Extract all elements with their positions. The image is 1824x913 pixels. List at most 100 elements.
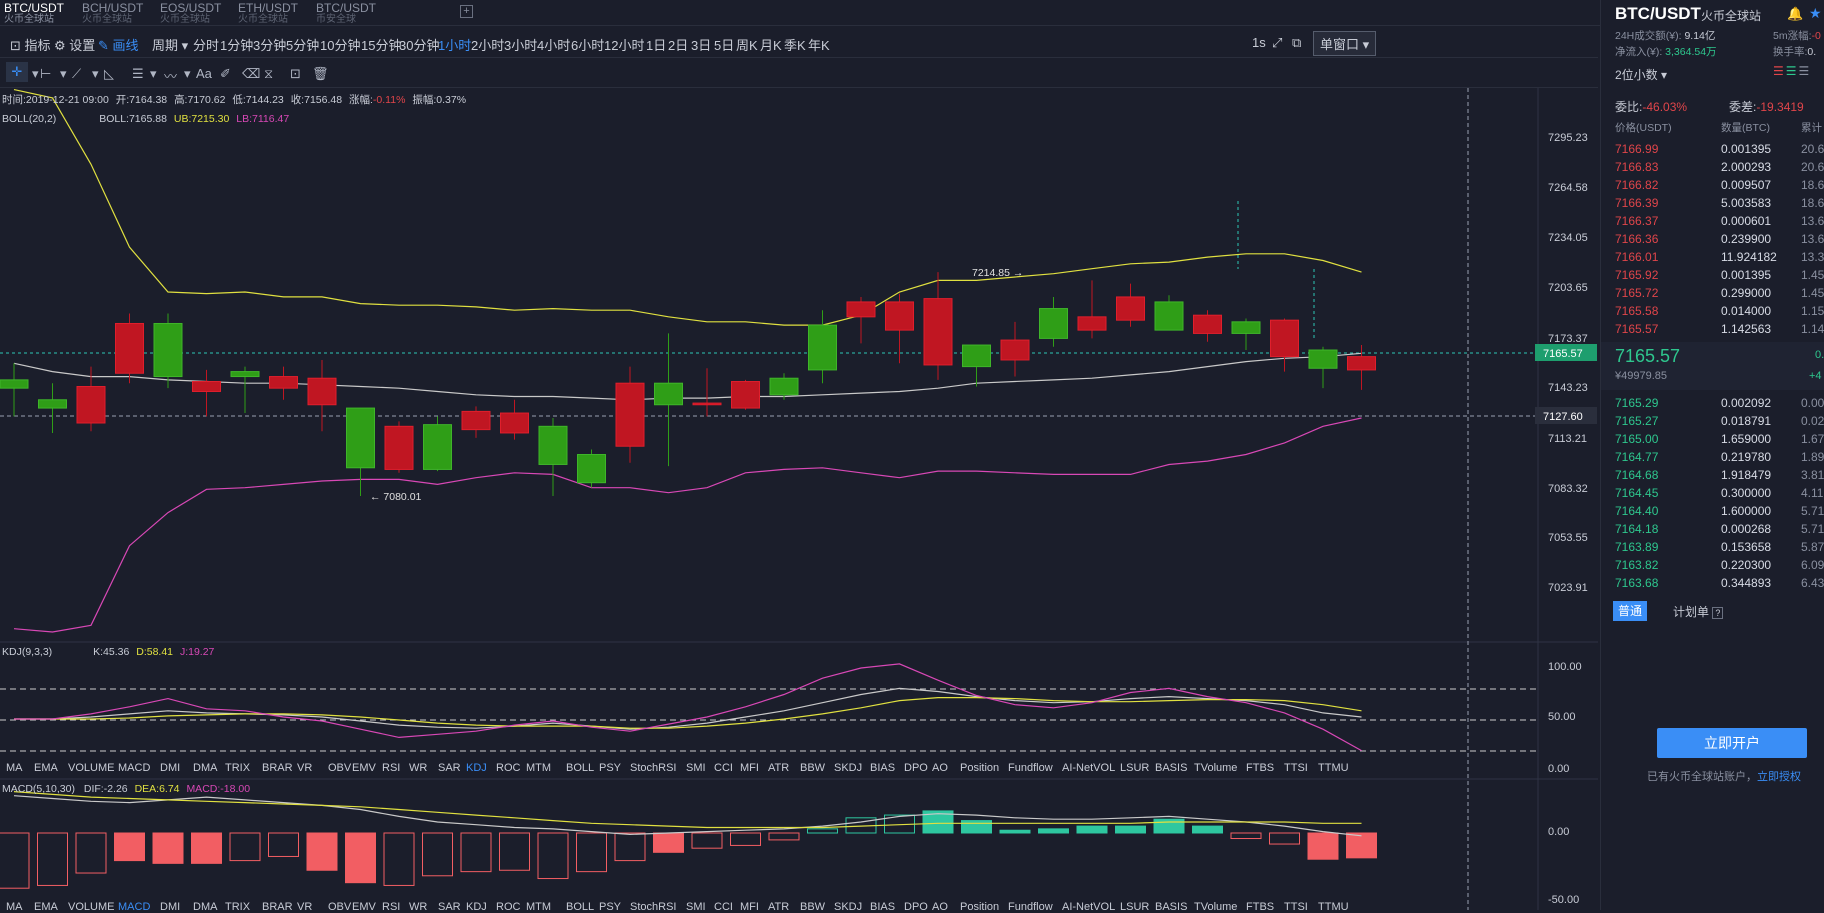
bid-row[interactable]: 7164.68 1.918479 3.81: [1601, 466, 1824, 484]
interval-14[interactable]: 2日: [668, 35, 688, 54]
interval-13[interactable]: 1日: [646, 35, 666, 54]
kdj-pane-tab-atr[interactable]: ATR: [768, 762, 789, 774]
macd-pane-tab-position[interactable]: Position: [960, 901, 999, 913]
macd-pane-tab-dmi[interactable]: DMI: [160, 901, 180, 913]
bid-row[interactable]: 7164.77 0.219780 1.89: [1601, 448, 1824, 466]
kdj-pane-tab-bbw[interactable]: BBW: [800, 762, 825, 774]
kdj-pane-tab-fundflow[interactable]: Fundflow: [1008, 762, 1053, 774]
kdj-pane-tab-rsi[interactable]: RSI: [382, 762, 400, 774]
help-icon[interactable]: ?: [1712, 607, 1724, 619]
kdj-pane-tab-tvolume[interactable]: TVolume: [1194, 762, 1237, 774]
interval-6[interactable]: 30分钟: [399, 35, 439, 54]
kdj-pane-tab-smi[interactable]: SMI: [686, 762, 706, 774]
chevron-down-icon[interactable]: ▾: [60, 66, 67, 82]
kdj-pane-tab-basis[interactable]: BASIS: [1155, 762, 1187, 774]
kdj-pane-tab-mtm[interactable]: MTM: [526, 762, 551, 774]
horizontal-line-icon[interactable]: ⊢: [40, 66, 51, 82]
ask-row[interactable]: 7166.01 11.924182 13.38: [1601, 248, 1824, 266]
kdj-pane-tab-dmi[interactable]: DMI: [160, 762, 180, 774]
macd-pane-tab-psy[interactable]: PSY: [599, 901, 621, 913]
interval-7[interactable]: 1小时: [438, 35, 471, 54]
authorize-link[interactable]: 立即授权: [1757, 771, 1801, 783]
macd-pane-tab-boll[interactable]: BOLL: [566, 901, 594, 913]
macd-pane-tab-bbw[interactable]: BBW: [800, 901, 825, 913]
interval-9[interactable]: 3小时: [504, 35, 537, 54]
tab-btc-usdt-binance[interactable]: BTC/USDT 币安全球: [312, 0, 390, 26]
chevron-down-icon[interactable]: ▾: [184, 66, 191, 82]
interval-0[interactable]: 分时: [193, 35, 219, 54]
kdj-pane-tab-kdj[interactable]: KDJ: [466, 762, 487, 774]
kdj-pane-tab-ai-netvol[interactable]: AI-NetVOL: [1062, 762, 1115, 774]
interval-20[interactable]: 年K: [808, 35, 830, 54]
interval-12[interactable]: 12小时: [604, 35, 644, 54]
bid-row[interactable]: 7164.18 0.000268 5.71: [1601, 520, 1824, 538]
macd-pane-tab-ma[interactable]: MA: [6, 901, 23, 913]
macd-pane-tab-mtm[interactable]: MTM: [526, 901, 551, 913]
interval-3[interactable]: 5分钟: [286, 35, 319, 54]
bid-row[interactable]: 7164.40 1.600000 5.71: [1601, 502, 1824, 520]
interval-11[interactable]: 6小时: [571, 35, 604, 54]
kdj-pane-tab-mfi[interactable]: MFI: [740, 762, 759, 774]
interval-10[interactable]: 4小时: [537, 35, 570, 54]
trend-line-icon[interactable]: ⟋: [72, 66, 81, 82]
macd-pane-tab-stochrsi[interactable]: StochRSI: [630, 901, 676, 913]
macd-pane-tab-volume[interactable]: VOLUME: [68, 901, 114, 913]
macd-pane-tab-basis[interactable]: BASIS: [1155, 901, 1187, 913]
ask-row[interactable]: 7166.99 0.001395 20.63: [1601, 140, 1824, 158]
macd-pane-tab-bias[interactable]: BIAS: [870, 901, 895, 913]
kdj-pane-tab-brar[interactable]: BRAR: [262, 762, 293, 774]
kdj-pane-tab-ema[interactable]: EMA: [34, 762, 58, 774]
interval-15[interactable]: 3日: [691, 35, 711, 54]
popout-icon[interactable]: ⧉: [1292, 35, 1301, 51]
kdj-pane-tab-wr[interactable]: WR: [409, 762, 427, 774]
interval-16[interactable]: 5日: [714, 35, 734, 54]
refresh-rate[interactable]: 1s: [1252, 35, 1266, 50]
interval-18[interactable]: 月K: [760, 35, 782, 54]
chevron-down-icon[interactable]: ▾: [32, 66, 39, 82]
kdj-pane-tab-trix[interactable]: TRIX: [225, 762, 250, 774]
kdj-pane-tab-ao[interactable]: AO: [932, 762, 948, 774]
kdj-pane-tab-ftbs[interactable]: FTBS: [1246, 762, 1274, 774]
macd-pane-tab-cci[interactable]: CCI: [714, 901, 733, 913]
draw-button[interactable]: ✎ 画线: [98, 35, 139, 54]
eraser-icon[interactable]: ⌫: [242, 66, 260, 82]
macd-pane-tab-atr[interactable]: ATR: [768, 901, 789, 913]
interval-2[interactable]: 3分钟: [253, 35, 286, 54]
macd-pane-tab-dpo[interactable]: DPO: [904, 901, 928, 913]
bid-row[interactable]: 7163.82 0.220300 6.09: [1601, 556, 1824, 574]
kdj-pane-tab-position[interactable]: Position: [960, 762, 999, 774]
kdj-pane-tab-emv[interactable]: EMV: [352, 762, 376, 774]
open-account-button[interactable]: 立即开户: [1657, 728, 1807, 758]
bid-row[interactable]: 7164.45 0.300000 4.11: [1601, 484, 1824, 502]
macd-pane-tab-wr[interactable]: WR: [409, 901, 427, 913]
bid-row[interactable]: 7165.27 0.018791 0.02: [1601, 412, 1824, 430]
bell-icon[interactable]: 🔔: [1787, 6, 1803, 22]
kdj-pane-tab-bias[interactable]: BIAS: [870, 762, 895, 774]
price-chart[interactable]: 时间:2019-12-21 09:00 开:7164.38 高:7170.62 …: [0, 88, 1598, 910]
tab-eos-usdt[interactable]: EOS/USDT 火币全球站: [156, 0, 234, 26]
kdj-pane-tab-ttmu[interactable]: TTMU: [1318, 762, 1349, 774]
kdj-pane-tab-sar[interactable]: SAR: [438, 762, 461, 774]
tab-bch-usdt[interactable]: BCH/USDT 火币全球站: [78, 0, 156, 26]
interval-17[interactable]: 周K: [736, 35, 758, 54]
decimals-select[interactable]: 2位小数 ▾: [1615, 66, 1667, 83]
macd-pane-tab-brar[interactable]: BRAR: [262, 901, 293, 913]
interval-1[interactable]: 1分钟: [220, 35, 253, 54]
macd-pane-tab-ftbs[interactable]: FTBS: [1246, 901, 1274, 913]
tab-btc-usdt-huobi[interactable]: BTC/USDT 火币全球站: [0, 0, 78, 26]
brush-icon[interactable]: ✐: [220, 66, 231, 82]
kdj-pane-tab-macd[interactable]: MACD: [118, 762, 150, 774]
layout-toggle-icons[interactable]: ☰☰☰: [1773, 64, 1811, 78]
indicator-button[interactable]: ⊡ 指标: [10, 35, 51, 54]
macd-pane-tab-trix[interactable]: TRIX: [225, 901, 250, 913]
kdj-pane-tab-skdj[interactable]: SKDJ: [834, 762, 862, 774]
ask-row[interactable]: 7166.83 2.000293 20.63: [1601, 158, 1824, 176]
period-dropdown[interactable]: 周期 ▾: [152, 35, 188, 54]
interval-5[interactable]: 15分钟: [361, 35, 401, 54]
kdj-pane-tab-ma[interactable]: MA: [6, 762, 23, 774]
macd-pane-tab-fundflow[interactable]: Fundflow: [1008, 901, 1053, 913]
tab-eth-usdt[interactable]: ETH/USDT 火币全球站: [234, 0, 312, 26]
crosshair-icon[interactable]: ✛: [6, 62, 28, 82]
kdj-pane-tab-psy[interactable]: PSY: [599, 762, 621, 774]
ask-row[interactable]: 7165.58 0.014000 1.15: [1601, 302, 1824, 320]
